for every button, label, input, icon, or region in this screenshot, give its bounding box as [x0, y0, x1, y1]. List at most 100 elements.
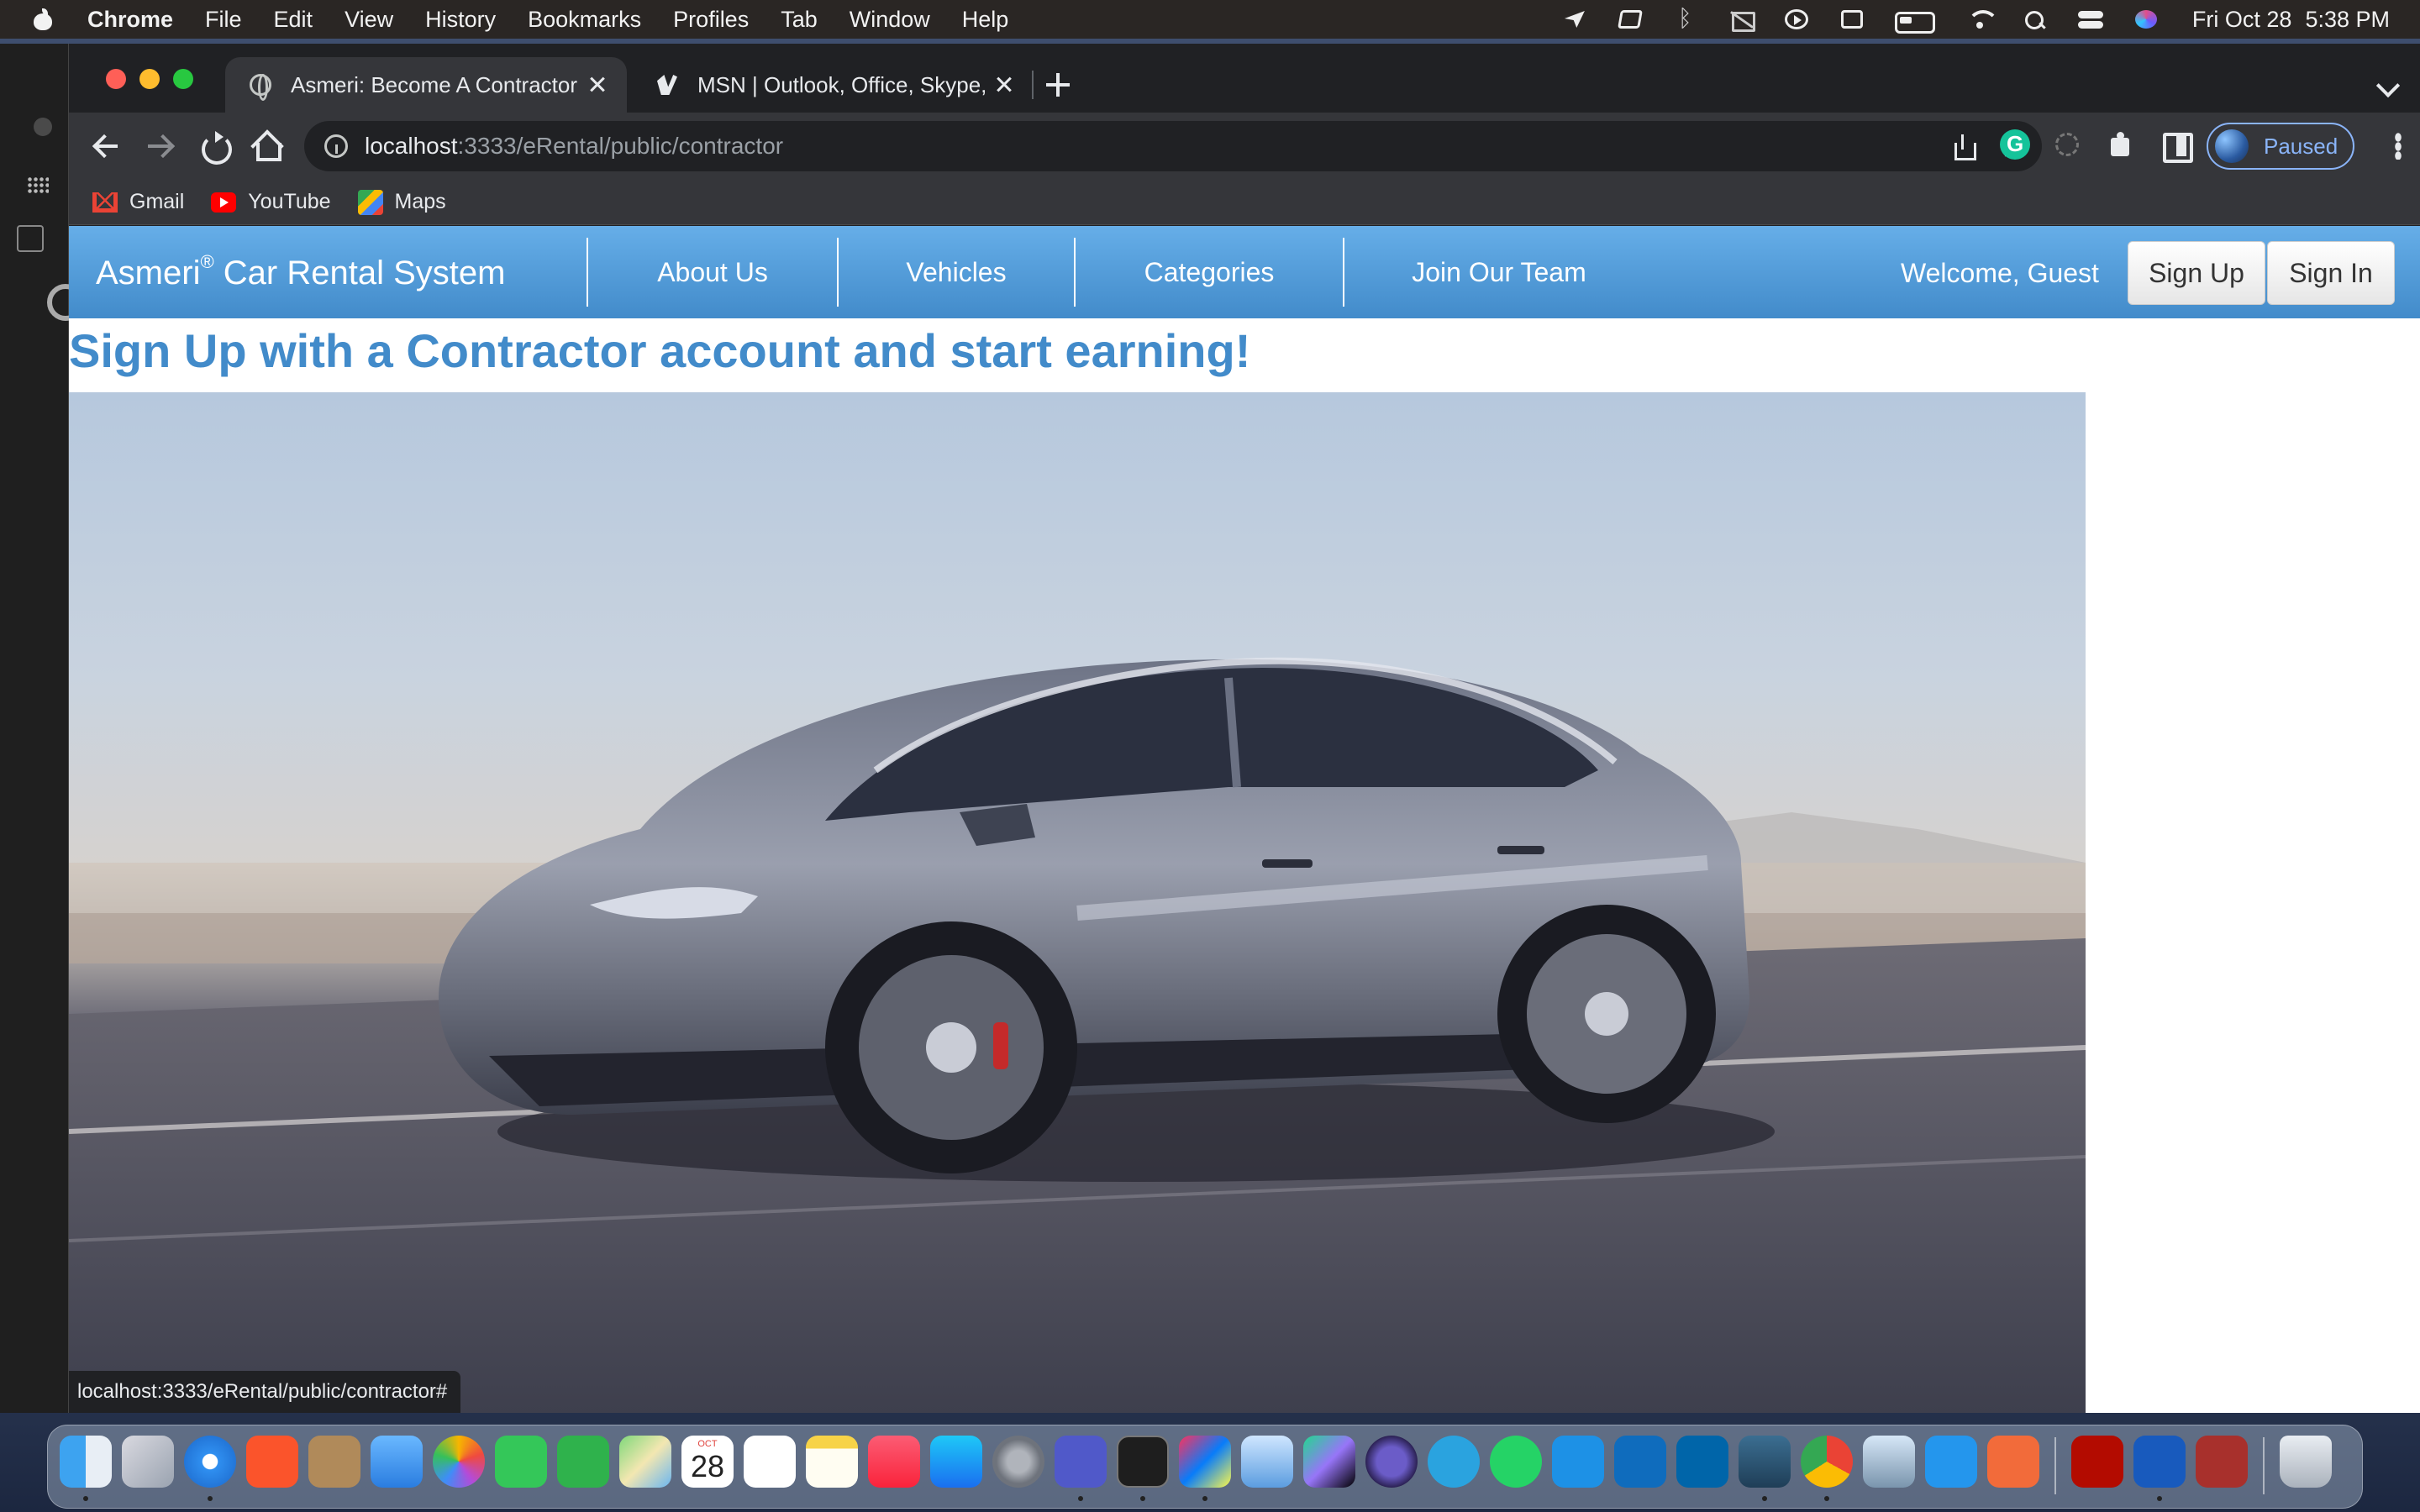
bluetooth-icon[interactable] [1673, 5, 1698, 32]
minimize-window-button[interactable] [139, 69, 160, 89]
telegram-icon[interactable] [1562, 8, 1587, 30]
system-preferences-icon[interactable] [992, 1436, 1044, 1488]
profile-button[interactable]: Paused [2207, 123, 2354, 170]
sketch-icon[interactable] [1987, 1436, 2039, 1488]
facetime-icon[interactable] [557, 1436, 609, 1488]
bookmark-gmail[interactable]: Gmail [92, 190, 184, 214]
word-icon[interactable] [2133, 1436, 2186, 1488]
photos-icon[interactable] [433, 1436, 485, 1488]
extensions-icon[interactable] [2106, 129, 2136, 160]
running-indicator [208, 1496, 213, 1501]
vscode-icon[interactable] [1676, 1436, 1728, 1488]
calendar-icon[interactable] [1839, 8, 1865, 30]
close-tab-icon[interactable] [581, 68, 615, 102]
bookmark-maps[interactable]: Maps [357, 189, 446, 215]
nav-join-our-team[interactable]: Join Our Team [1343, 238, 1654, 307]
finder-icon[interactable] [60, 1436, 112, 1488]
mute-icon[interactable] [1728, 8, 1755, 32]
back-button[interactable] [89, 129, 123, 163]
dictionary-icon[interactable] [2196, 1436, 2248, 1488]
address-bar[interactable]: localhost:3333/eRental/public/contractor [304, 121, 2042, 171]
site-info-icon[interactable] [324, 134, 348, 158]
tab-msn[interactable]: MSN | Outlook, Office, Skype, B [632, 57, 1034, 113]
bookmark-label: YouTube [248, 190, 331, 213]
nav-about-us[interactable]: About Us [587, 238, 837, 307]
close-window-button[interactable] [106, 69, 126, 89]
more-menu-icon[interactable] [2395, 133, 2402, 160]
chrome-icon[interactable] [1801, 1436, 1853, 1488]
share-icon[interactable] [1951, 134, 1976, 160]
site-brand[interactable]: Asmeri® Car Rental System [96, 251, 505, 292]
bookmark-youtube[interactable]: YouTube [211, 190, 331, 214]
launchpad-icon[interactable] [122, 1436, 174, 1488]
app-store-icon[interactable] [930, 1436, 982, 1488]
calendar-app-icon[interactable]: OCT 28 [681, 1436, 734, 1488]
apple-icon[interactable] [34, 8, 52, 30]
maps-app-icon[interactable] [619, 1436, 671, 1488]
menu-window[interactable]: Window [850, 7, 930, 33]
new-tab-button[interactable] [1044, 71, 1072, 99]
globe-icon [249, 73, 272, 101]
menu-history[interactable]: History [425, 7, 496, 33]
reload-button[interactable] [197, 129, 232, 165]
forward-button[interactable] [143, 129, 176, 163]
menu-file[interactable]: File [205, 7, 242, 33]
running-indicator [1140, 1496, 1145, 1501]
dock-separator [2263, 1437, 2265, 1494]
menubar-clock[interactable]: Fri Oct 28 5:38 PM [2192, 7, 2390, 33]
control-center-icon[interactable] [2077, 8, 2103, 30]
menu-tab[interactable]: Tab [781, 7, 818, 33]
intellij-icon[interactable] [1179, 1436, 1231, 1488]
menu-view[interactable]: View [345, 7, 393, 33]
sign-in-button[interactable]: Sign In [2267, 241, 2395, 305]
zoom-window-button[interactable] [173, 69, 193, 89]
docker-icon[interactable] [1552, 1436, 1604, 1488]
nav-vehicles[interactable]: Vehicles [837, 238, 1074, 307]
menu-app-name[interactable]: Chrome [87, 7, 173, 33]
teams-icon[interactable] [1055, 1436, 1107, 1488]
nav-categories[interactable]: Categories [1074, 238, 1343, 307]
sync-icon[interactable] [2052, 129, 2082, 160]
cube-icon[interactable] [1618, 8, 1643, 30]
youtube-icon [211, 192, 237, 213]
play-icon[interactable] [1784, 8, 1809, 30]
notes-icon[interactable] [806, 1436, 858, 1488]
eclipse-icon[interactable] [1365, 1436, 1418, 1488]
siri-icon[interactable] [2133, 8, 2159, 30]
mail-icon[interactable] [371, 1436, 423, 1488]
battery-icon[interactable] [1894, 8, 1937, 34]
menu-profiles[interactable]: Profiles [673, 7, 749, 33]
trash-icon[interactable] [2280, 1436, 2332, 1488]
telegram-app-icon[interactable] [1428, 1436, 1480, 1488]
menu-help[interactable]: Help [962, 7, 1009, 33]
outlook-icon[interactable] [1614, 1436, 1666, 1488]
contacts-icon[interactable] [308, 1436, 360, 1488]
music-icon[interactable] [868, 1436, 920, 1488]
avatar [2215, 129, 2249, 163]
calendar-day: 28 [690, 1449, 725, 1483]
side-panel-icon[interactable] [2160, 129, 2193, 163]
wifi-icon[interactable] [1966, 8, 1999, 30]
datagrip-icon[interactable] [1303, 1436, 1355, 1488]
reminders-icon[interactable] [744, 1436, 796, 1488]
safari-icon[interactable] [184, 1436, 236, 1488]
menu-edit[interactable]: Edit [274, 7, 313, 33]
spotlight-icon[interactable] [2023, 8, 2048, 30]
mysql-workbench-icon[interactable] [1739, 1436, 1791, 1488]
grammarly-icon[interactable] [2000, 129, 2030, 160]
tab-asmeri[interactable]: Asmeri: Become A Contractor [225, 57, 627, 113]
terminal-icon[interactable] [1117, 1436, 1169, 1488]
home-button[interactable] [249, 129, 282, 163]
chevron-down-icon[interactable] [2375, 73, 2401, 98]
sign-up-button[interactable]: Sign Up [2128, 241, 2265, 305]
menu-bookmarks[interactable]: Bookmarks [528, 7, 641, 33]
close-tab-icon[interactable] [988, 68, 1022, 102]
docker-desktop-icon[interactable] [1925, 1436, 1977, 1488]
acrobat-icon[interactable] [2071, 1436, 2123, 1488]
messages-icon[interactable] [495, 1436, 547, 1488]
preview-icon[interactable] [1863, 1436, 1915, 1488]
calendar-month: OCT [697, 1439, 718, 1449]
brave-icon[interactable] [246, 1436, 298, 1488]
network-radar-icon[interactable] [1241, 1436, 1293, 1488]
whatsapp-icon[interactable] [1490, 1436, 1542, 1488]
